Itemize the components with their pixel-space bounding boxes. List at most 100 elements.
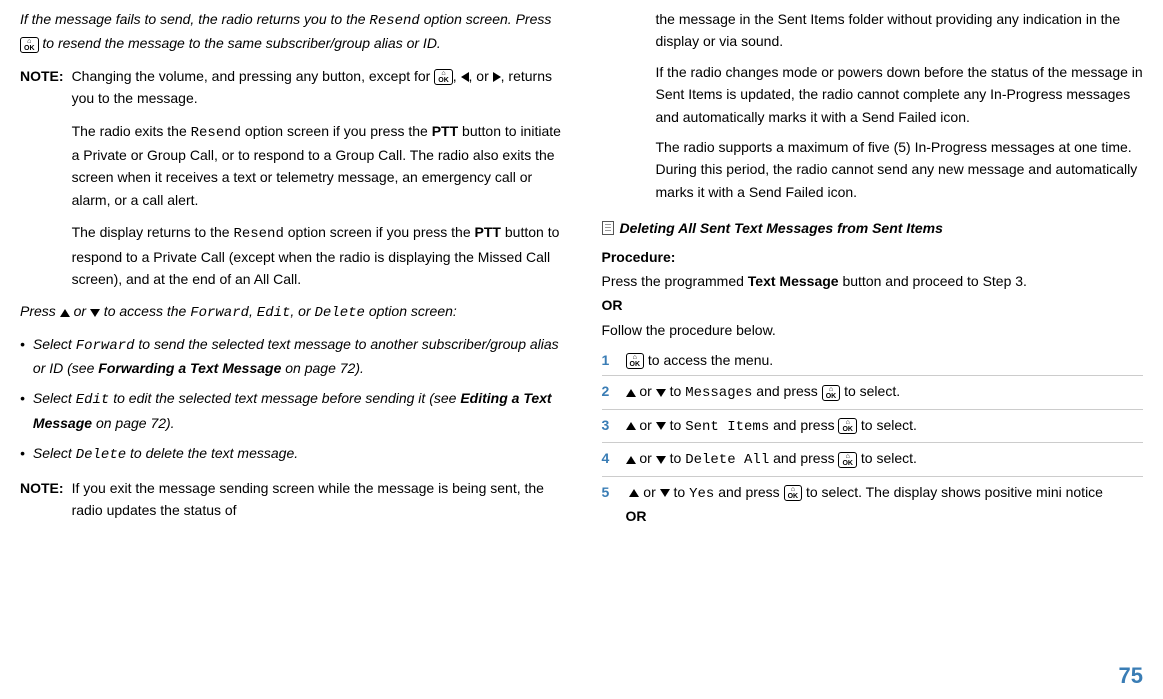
note2-para: The radio exits the Resend option screen… bbox=[72, 120, 562, 212]
cont-para-1: the message in the Sent Items folder wit… bbox=[656, 8, 1144, 53]
ok-button-icon: ⌂OK bbox=[838, 452, 857, 468]
text: , bbox=[249, 303, 257, 319]
note-label: NOTE: bbox=[20, 68, 64, 84]
ok-button-icon: ⌂OK bbox=[822, 385, 841, 401]
text: Select bbox=[33, 336, 76, 352]
step-number: 5 bbox=[602, 481, 616, 503]
code-resend: Resend bbox=[191, 125, 241, 141]
bold-ref: Forwarding a Text Message bbox=[98, 360, 281, 376]
or-label: OR bbox=[602, 297, 623, 313]
text: option screen if you press the bbox=[241, 123, 432, 139]
document-icon bbox=[602, 221, 614, 235]
ptt-label: PTT bbox=[432, 123, 458, 139]
code-messages: Messages bbox=[685, 385, 752, 401]
note-block-1: NOTE: Changing the volume, and pressing … bbox=[20, 65, 562, 301]
up-arrow-icon bbox=[60, 309, 70, 317]
step-row: 4 or to Delete All and press ⌂OK to sele… bbox=[602, 447, 1144, 476]
right-arrow-icon bbox=[493, 72, 501, 82]
text: or bbox=[636, 450, 656, 466]
step-number: 3 bbox=[602, 414, 616, 436]
code-yes: Yes bbox=[689, 486, 714, 502]
text: or bbox=[636, 417, 656, 433]
cont-para-3: The radio supports a maximum of five (5)… bbox=[656, 136, 1144, 203]
text: on page 72). bbox=[92, 415, 175, 431]
left-column: If the message fails to send, the radio … bbox=[20, 8, 562, 535]
list-item: • Select Edit to edit the selected text … bbox=[20, 387, 562, 434]
note1-para: Changing the volume, and pressing any bu… bbox=[72, 65, 562, 110]
text: and press bbox=[752, 383, 821, 399]
note-label: NOTE: bbox=[20, 480, 64, 496]
up-arrow-icon bbox=[626, 456, 636, 464]
code-delete-all: Delete All bbox=[685, 452, 769, 468]
text: on page 72). bbox=[281, 360, 364, 376]
step-row: 1 ⌂OK to access the menu. bbox=[602, 349, 1144, 376]
down-arrow-icon bbox=[656, 389, 666, 397]
page-number: 75 bbox=[1119, 658, 1143, 693]
code-forward: Forward bbox=[190, 305, 249, 321]
text: to delete the text message. bbox=[126, 445, 298, 461]
intro-paragraph: If the message fails to send, the radio … bbox=[20, 8, 562, 55]
procedure-desc-2: Follow the procedure below. bbox=[602, 319, 1144, 341]
procedure-label: Procedure: bbox=[602, 249, 676, 265]
text: If the message fails to send, the radio … bbox=[20, 11, 369, 27]
text: The radio exits the bbox=[72, 123, 191, 139]
up-arrow-icon bbox=[629, 489, 639, 497]
text: to bbox=[666, 383, 685, 399]
text: and press bbox=[769, 417, 838, 433]
text: , bbox=[453, 68, 461, 84]
ok-button-icon: ⌂OK bbox=[434, 69, 453, 85]
ok-button-icon: ⌂OK bbox=[784, 485, 803, 501]
step-number: 4 bbox=[602, 447, 616, 469]
text: or bbox=[70, 303, 90, 319]
code-edit: Edit bbox=[257, 305, 291, 321]
ok-button-icon: ⌂OK bbox=[838, 418, 857, 434]
right-column: the message in the Sent Items folder wit… bbox=[602, 8, 1144, 535]
note3-para: The display returns to the Resend option… bbox=[72, 221, 562, 290]
text: option screen. Press bbox=[420, 11, 552, 27]
text: , or bbox=[290, 303, 314, 319]
code-resend: Resend bbox=[233, 226, 283, 242]
bullet-list: • Select Forward to send the selected te… bbox=[20, 333, 562, 467]
up-arrow-icon bbox=[626, 389, 636, 397]
text: to edit the selected text message before… bbox=[109, 390, 460, 406]
down-arrow-icon bbox=[660, 489, 670, 497]
down-arrow-icon bbox=[90, 309, 100, 317]
list-item: • Select Forward to send the selected te… bbox=[20, 333, 562, 380]
note-block-2: NOTE: If you exit the message sending sc… bbox=[20, 477, 562, 530]
ok-button-icon: ⌂OK bbox=[20, 37, 39, 53]
step-row: 2 or to Messages and press ⌂OK to select… bbox=[602, 380, 1144, 409]
text: to select. bbox=[857, 417, 917, 433]
text-message-bold: Text Message bbox=[748, 273, 839, 289]
text: Press bbox=[20, 303, 60, 319]
text: option screen: bbox=[365, 303, 457, 319]
text: to bbox=[666, 450, 685, 466]
text: and press bbox=[769, 450, 838, 466]
up-arrow-icon bbox=[626, 422, 636, 430]
text: option screen if you press the bbox=[284, 224, 475, 240]
ok-button-icon: ⌂OK bbox=[626, 353, 645, 369]
text: to access the bbox=[100, 303, 190, 319]
note4-para: If you exit the message sending screen w… bbox=[72, 477, 562, 522]
left-arrow-icon bbox=[461, 72, 469, 82]
text: and press bbox=[714, 484, 783, 500]
text: to select. bbox=[840, 383, 900, 399]
text: to select. bbox=[857, 450, 917, 466]
code-delete: Delete bbox=[315, 305, 365, 321]
text: to resend the message to the same subscr… bbox=[39, 35, 441, 51]
text: Select bbox=[33, 390, 76, 406]
down-arrow-icon bbox=[656, 422, 666, 430]
text: , or bbox=[469, 68, 493, 84]
text: Press the programmed bbox=[602, 273, 748, 289]
step-number: 1 bbox=[602, 349, 616, 371]
text: or bbox=[636, 383, 656, 399]
code-sent-items: Sent Items bbox=[685, 419, 769, 435]
text: Changing the volume, and pressing any bu… bbox=[72, 68, 435, 84]
bullet-icon: • bbox=[20, 333, 25, 380]
section-title-text: Deleting All Sent Text Messages from Sen… bbox=[620, 217, 943, 239]
step-row: 3 or to Sent Items and press ⌂OK to sele… bbox=[602, 414, 1144, 443]
press-paragraph: Press or to access the Forward, Edit, or… bbox=[20, 300, 562, 324]
step-row: 5 or to Yes and press ⌂OK to select. The… bbox=[602, 481, 1144, 532]
text: button and proceed to Step 3. bbox=[839, 273, 1027, 289]
step-number: 2 bbox=[602, 380, 616, 402]
text: The display returns to the bbox=[72, 224, 234, 240]
